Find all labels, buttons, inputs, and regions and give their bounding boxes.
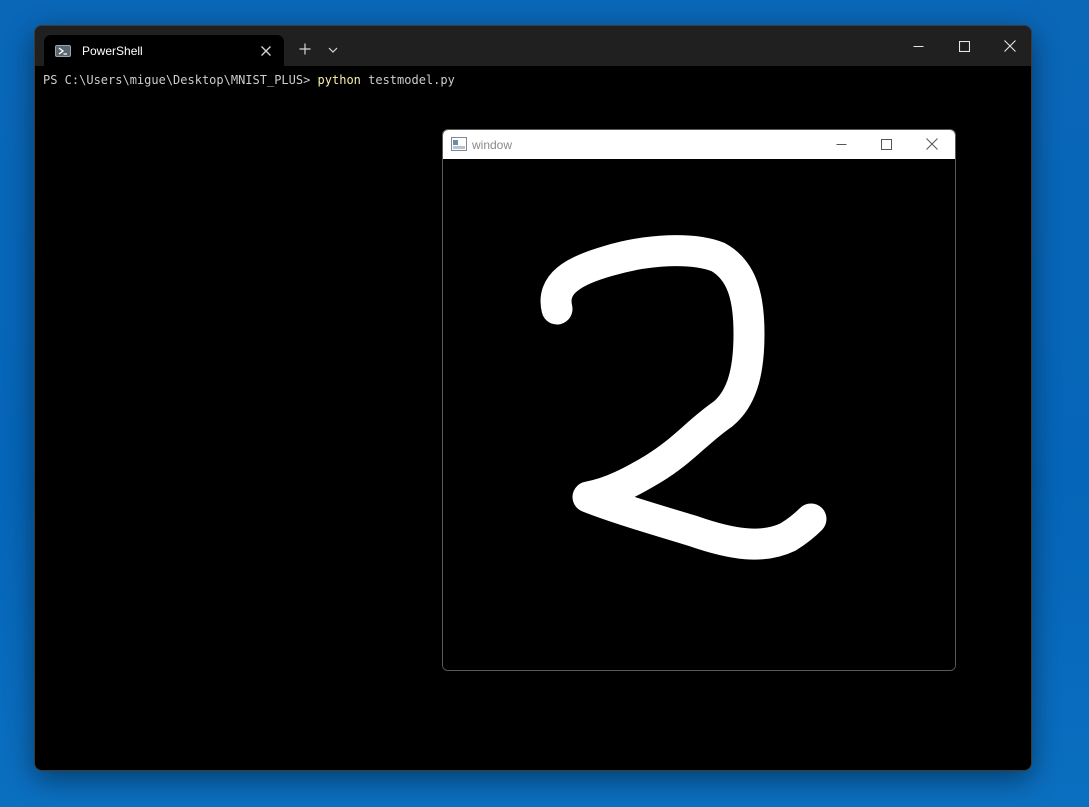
close-button[interactable] — [987, 34, 1031, 58]
chevron-down-icon — [328, 47, 338, 53]
drawing-canvas[interactable] — [443, 159, 955, 670]
terminal-titlebar[interactable]: PowerShell — [35, 26, 1031, 66]
tab-title: PowerShell — [82, 43, 143, 58]
plus-icon — [299, 43, 311, 55]
minimize-icon — [836, 143, 846, 145]
close-tab-icon[interactable] — [258, 43, 274, 59]
opencv-window[interactable]: window — [442, 129, 956, 671]
opencv-minimize-button[interactable] — [819, 132, 863, 156]
prompt-text: PS C:\Users\migue\Desktop\MNIST_PLUS> — [43, 73, 318, 87]
minimize-button[interactable] — [895, 34, 941, 58]
tab-dropdown-button[interactable] — [323, 40, 343, 60]
command-args: testmodel.py — [360, 73, 455, 87]
powershell-icon — [55, 44, 71, 57]
maximize-icon — [958, 40, 970, 52]
minimize-icon — [913, 45, 923, 47]
window-app-icon — [451, 137, 467, 151]
opencv-titlebar[interactable]: window — [443, 130, 955, 159]
maximize-button[interactable] — [941, 34, 987, 58]
new-tab-button[interactable] — [294, 38, 316, 60]
tab-powershell[interactable]: PowerShell — [44, 35, 284, 66]
opencv-maximize-button[interactable] — [864, 132, 908, 156]
command-text: python — [317, 73, 361, 87]
close-icon — [926, 138, 938, 150]
opencv-window-title: window — [472, 138, 513, 152]
maximize-icon — [880, 138, 892, 150]
console-output[interactable]: PS C:\Users\migue\Desktop\MNIST_PLUS> py… — [43, 73, 455, 87]
opencv-close-button[interactable] — [910, 132, 954, 156]
close-icon — [1004, 40, 1016, 52]
